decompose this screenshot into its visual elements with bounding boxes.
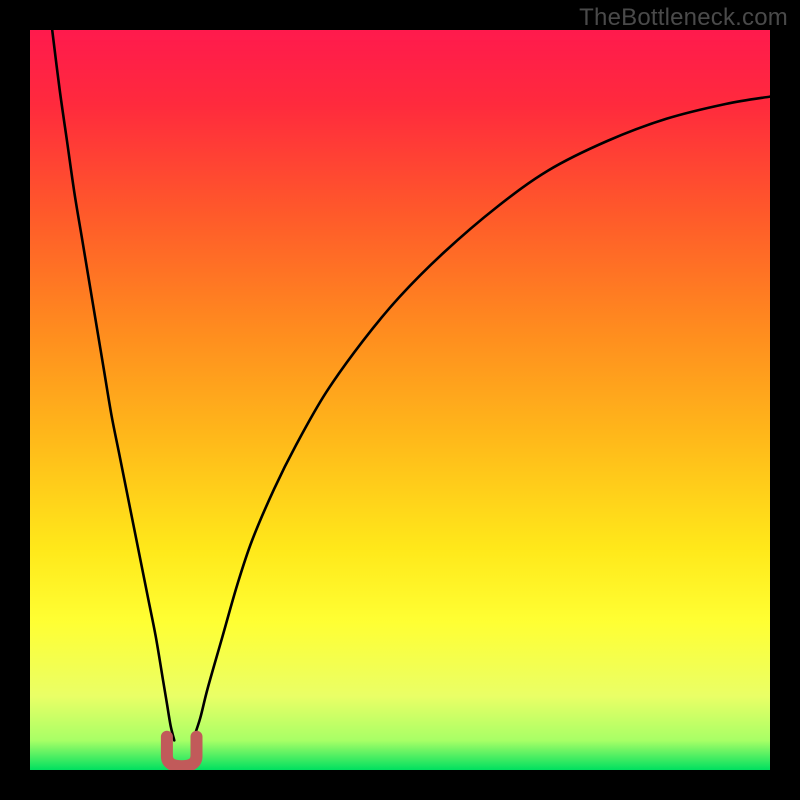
gradient-background: [30, 30, 770, 770]
watermark-text: TheBottleneck.com: [579, 4, 788, 32]
chart-frame: [30, 30, 770, 770]
chart-svg: [30, 30, 770, 770]
